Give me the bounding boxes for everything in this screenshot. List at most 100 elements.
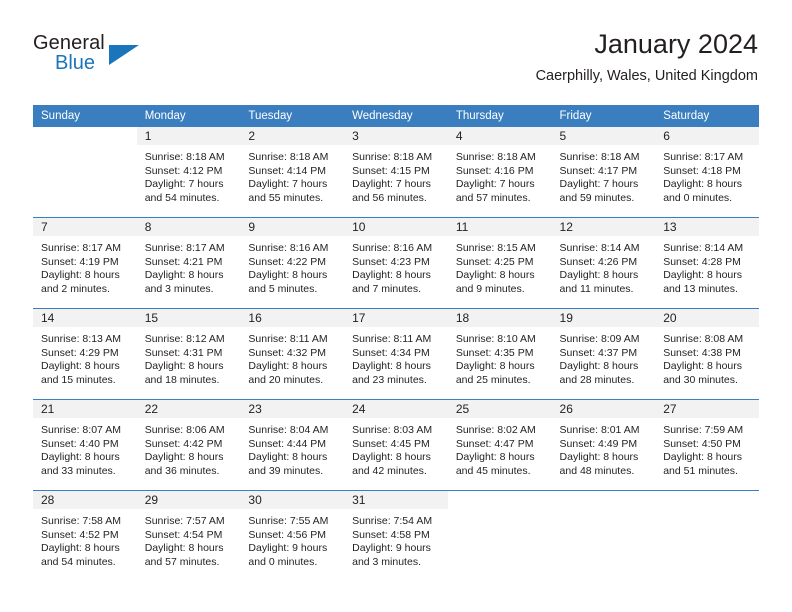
day-number: 13	[655, 218, 759, 236]
daylight-duration-line1: Daylight: 8 hours	[559, 360, 639, 373]
day-number: 7	[33, 218, 137, 236]
general-blue-logo: General Blue	[33, 32, 153, 78]
calendar-day-cell[interactable]: 19 Sunrise: 8:09 AM Sunset: 4:37 PM Dayligh…	[551, 309, 656, 399]
sunrise-time: Sunrise: 7:58 AM	[41, 515, 121, 527]
calendar-day-cell[interactable]: 4 Sunrise: 8:18 AM Sunset: 4:16 PM Daylight…	[447, 127, 552, 217]
sunrise-time: Sunrise: 8:18 AM	[352, 151, 433, 163]
calendar-day-cell[interactable]: 13 Sunrise: 8:14 AM Sunset: 4:28 PM Dayligh…	[655, 218, 759, 308]
day-number: 10	[344, 218, 448, 236]
sunset-time: Sunset: 4:25 PM	[455, 255, 534, 268]
calendar-day-cell[interactable]: 27 Sunrise: 7:59 AM Sunset: 4:50 PM Dayligh…	[655, 400, 759, 490]
sunrise-time: Sunrise: 8:18 AM	[144, 151, 225, 163]
day-number: 31	[344, 491, 448, 509]
calendar-cell: 19 Sunrise: 8:09 AM Sunset: 4:37 PM Dayligh…	[551, 308, 656, 400]
calendar-day-cell[interactable]: 8 Sunrise: 8:17 AM Sunset: 4:21 PM Daylight…	[136, 218, 241, 308]
title-block: January 2024 Caerphilly, Wales, United K…	[536, 28, 758, 86]
calendar-day-cell[interactable]: 15 Sunrise: 8:12 AM Sunset: 4:31 PM Dayligh…	[136, 309, 241, 399]
calendar-day-cell[interactable]: 24 Sunrise: 8:03 AM Sunset: 4:45 PM Dayligh…	[344, 400, 448, 490]
day-number: 9	[240, 218, 345, 236]
sunrise-time: Sunrise: 8:17 AM	[41, 242, 121, 254]
logo-text-blue: Blue	[55, 52, 96, 74]
calendar-day-cell[interactable]: 1 Sunrise: 8:18 AM Sunset: 4:12 PM Daylight…	[136, 127, 241, 217]
daylight-duration-line1: Daylight: 8 hours	[663, 269, 743, 282]
calendar-cell: 23 Sunrise: 8:04 AM Sunset: 4:44 PM Dayligh…	[240, 399, 345, 491]
calendar-day-cell[interactable]: 20 Sunrise: 8:08 AM Sunset: 4:38 PM Dayligh…	[655, 309, 759, 399]
calendar-day-cell[interactable]: 11 Sunrise: 8:15 AM Sunset: 4:25 PM Dayligh…	[447, 218, 552, 308]
day-number: 2	[240, 127, 345, 145]
calendar-day-cell[interactable]: 14 Sunrise: 8:13 AM Sunset: 4:29 PM Dayligh…	[33, 309, 137, 399]
calendar-day-cell[interactable]: 21 Sunrise: 8:07 AM Sunset: 4:40 PM Dayligh…	[33, 400, 137, 490]
day-number: 28	[33, 491, 137, 509]
sunrise-time: Sunrise: 8:03 AM	[352, 424, 433, 436]
day-details: Sunrise: 8:11 AM Sunset: 4:32 PM Daylight:…	[240, 327, 344, 387]
day-details: Sunrise: 8:07 AM Sunset: 4:40 PM Daylight:…	[33, 418, 137, 478]
daylight-duration-line1: Daylight: 8 hours	[41, 542, 120, 555]
daylight-duration-line1: Daylight: 8 hours	[559, 451, 639, 464]
daylight-duration-line2: and 23 minutes.	[352, 373, 427, 386]
day-details: Sunrise: 8:08 AM Sunset: 4:38 PM Daylight:…	[655, 327, 759, 387]
weekday-header-friday: Friday	[551, 105, 656, 127]
calendar-cell: 15 Sunrise: 8:12 AM Sunset: 4:31 PM Dayligh…	[136, 308, 241, 400]
calendar-day-cell[interactable]: 29 Sunrise: 7:57 AM Sunset: 4:54 PM Dayligh…	[136, 491, 241, 581]
calendar-day-cell[interactable]: 17 Sunrise: 8:11 AM Sunset: 4:34 PM Dayligh…	[344, 309, 448, 399]
daylight-duration-line2: and 13 minutes.	[663, 282, 738, 295]
sunrise-time: Sunrise: 8:17 AM	[663, 151, 744, 163]
calendar-day-cell[interactable]: 10 Sunrise: 8:16 AM Sunset: 4:23 PM Dayligh…	[344, 218, 448, 308]
daylight-duration-line2: and 5 minutes.	[248, 282, 318, 295]
calendar-cell: 5 Sunrise: 8:18 AM Sunset: 4:17 PM Daylight…	[551, 127, 656, 218]
calendar-day-cell[interactable]: 16 Sunrise: 8:11 AM Sunset: 4:32 PM Dayligh…	[240, 309, 345, 399]
day-number	[33, 127, 137, 145]
calendar-day-cell-empty	[33, 127, 137, 217]
calendar-day-cell[interactable]: 3 Sunrise: 8:18 AM Sunset: 4:15 PM Daylight…	[344, 127, 448, 217]
sunset-time: Sunset: 4:45 PM	[352, 437, 430, 450]
calendar-day-cell[interactable]: 25 Sunrise: 8:02 AM Sunset: 4:47 PM Dayligh…	[447, 400, 552, 490]
day-details: Sunrise: 8:16 AM Sunset: 4:22 PM Daylight:…	[240, 236, 344, 296]
calendar-day-cell[interactable]: 31 Sunrise: 7:54 AM Sunset: 4:58 PM Dayligh…	[344, 491, 448, 581]
daylight-duration-line2: and 55 minutes.	[248, 191, 324, 204]
day-details: Sunrise: 8:18 AM Sunset: 4:14 PM Daylight:…	[240, 145, 344, 205]
daylight-duration-line1: Daylight: 8 hours	[248, 269, 328, 282]
calendar-day-cell[interactable]: 26 Sunrise: 8:01 AM Sunset: 4:49 PM Dayligh…	[551, 400, 656, 490]
sunset-time: Sunset: 4:32 PM	[248, 346, 327, 359]
day-details: Sunrise: 8:15 AM Sunset: 4:25 PM Daylight:…	[448, 236, 552, 296]
calendar-day-cell[interactable]: 30 Sunrise: 7:55 AM Sunset: 4:56 PM Dayligh…	[240, 491, 345, 581]
calendar-cell	[33, 127, 137, 218]
day-details: Sunrise: 8:13 AM Sunset: 4:29 PM Daylight:…	[33, 327, 137, 387]
calendar-day-cell[interactable]: 22 Sunrise: 8:06 AM Sunset: 4:42 PM Dayligh…	[136, 400, 241, 490]
daylight-duration-line2: and 45 minutes.	[455, 464, 531, 477]
sunrise-time: Sunrise: 8:10 AM	[455, 333, 536, 345]
day-details	[655, 509, 759, 515]
daylight-duration-line1: Daylight: 7 hours	[559, 178, 639, 191]
calendar-cell: 24 Sunrise: 8:03 AM Sunset: 4:45 PM Dayligh…	[344, 399, 448, 491]
daylight-duration-line2: and 3 minutes.	[144, 282, 214, 295]
day-details: Sunrise: 7:57 AM Sunset: 4:54 PM Daylight:…	[137, 509, 241, 569]
calendar-week-row: 7 Sunrise: 8:17 AM Sunset: 4:19 PM Daylight…	[33, 217, 759, 309]
calendar-day-cell[interactable]: 18 Sunrise: 8:10 AM Sunset: 4:35 PM Dayligh…	[447, 309, 552, 399]
day-number: 8	[136, 218, 241, 236]
calendar-week-row: 21 Sunrise: 8:07 AM Sunset: 4:40 PM Dayligh…	[33, 399, 759, 491]
calendar-day-cell[interactable]: 6 Sunrise: 8:17 AM Sunset: 4:18 PM Daylight…	[655, 127, 759, 217]
calendar-cell: 21 Sunrise: 8:07 AM Sunset: 4:40 PM Dayligh…	[33, 399, 137, 491]
calendar-day-cell[interactable]: 23 Sunrise: 8:04 AM Sunset: 4:44 PM Dayligh…	[240, 400, 345, 490]
calendar-day-cell[interactable]: 28 Sunrise: 7:58 AM Sunset: 4:52 PM Dayligh…	[33, 491, 137, 581]
day-number: 21	[33, 400, 137, 418]
daylight-duration-line1: Daylight: 8 hours	[455, 360, 535, 373]
calendar-cell: 12 Sunrise: 8:14 AM Sunset: 4:26 PM Dayligh…	[551, 217, 656, 309]
sunrise-time: Sunrise: 8:16 AM	[352, 242, 433, 254]
daylight-duration-line2: and 54 minutes.	[144, 191, 220, 204]
calendar-day-cell[interactable]: 5 Sunrise: 8:18 AM Sunset: 4:17 PM Daylight…	[551, 127, 656, 217]
weekday-header-wednesday: Wednesday	[344, 105, 448, 127]
calendar-day-cell[interactable]: 7 Sunrise: 8:17 AM Sunset: 4:19 PM Daylight…	[33, 218, 137, 308]
sunrise-time: Sunrise: 8:17 AM	[144, 242, 225, 254]
calendar-cell	[655, 490, 759, 581]
weekday-header-tuesday: Tuesday	[240, 105, 345, 127]
daylight-duration-line2: and 28 minutes.	[559, 373, 635, 386]
calendar-day-cell[interactable]: 2 Sunrise: 8:18 AM Sunset: 4:14 PM Daylight…	[240, 127, 345, 217]
day-number: 11	[447, 218, 552, 236]
calendar-day-cell[interactable]: 12 Sunrise: 8:14 AM Sunset: 4:26 PM Dayligh…	[551, 218, 656, 308]
calendar-day-cell[interactable]: 9 Sunrise: 8:16 AM Sunset: 4:22 PM Daylight…	[240, 218, 345, 308]
daylight-duration-line2: and 42 minutes.	[352, 464, 427, 477]
sunset-time: Sunset: 4:15 PM	[352, 164, 430, 177]
triangle-icon	[109, 45, 139, 65]
sunset-time: Sunset: 4:18 PM	[663, 164, 741, 177]
